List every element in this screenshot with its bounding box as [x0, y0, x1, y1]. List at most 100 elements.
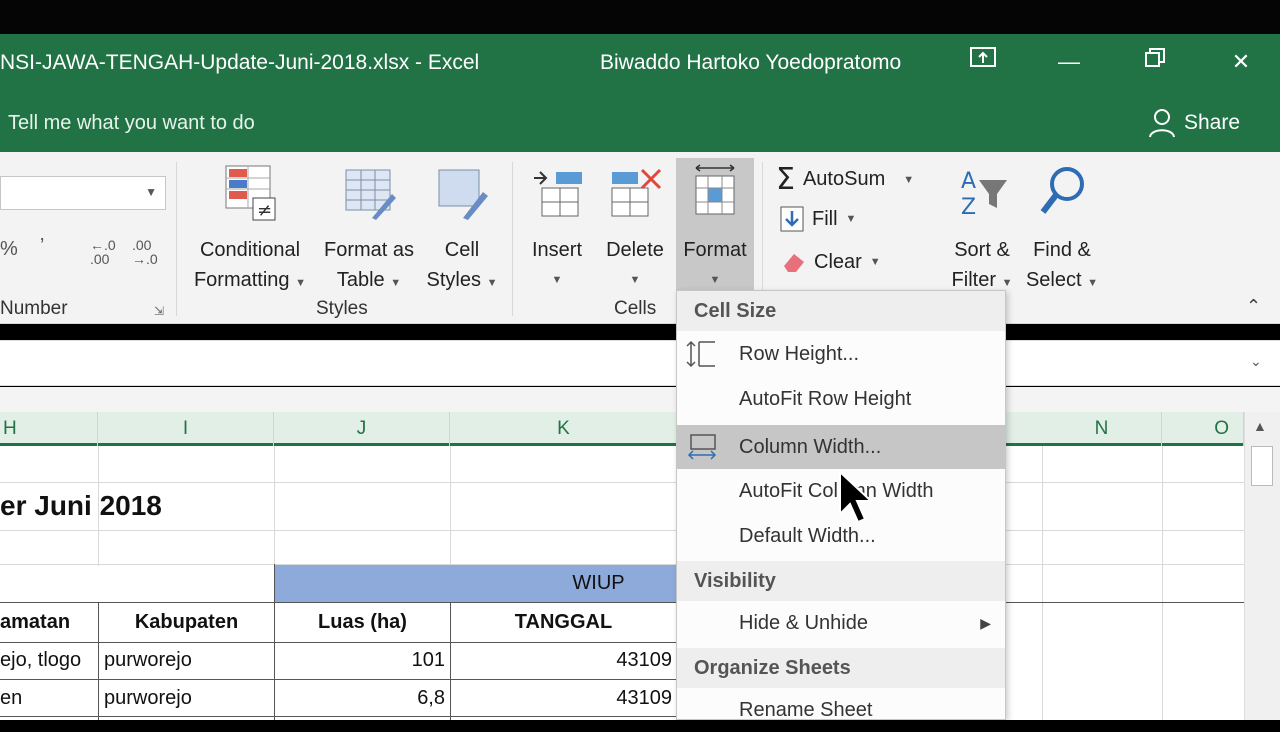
group-separator — [512, 162, 513, 316]
dropdown-caret-icon: ▼ — [1001, 277, 1013, 289]
gridline — [0, 530, 1244, 531]
mouse-cursor-icon — [839, 470, 874, 524]
fill-down-icon — [780, 206, 804, 232]
dropdown-caret-icon: ▼ — [551, 274, 563, 286]
autofit-row-height-label: AutoFit Row Height — [739, 388, 912, 410]
dropdown-caret-icon: ▼ — [295, 277, 307, 289]
clear-button[interactable]: Clear ▼ — [780, 250, 881, 274]
percent-style-button[interactable]: % — [0, 238, 18, 261]
autosum-button[interactable]: Σ AutoSum ▼ — [776, 162, 914, 197]
restore-button[interactable] — [1132, 46, 1178, 78]
window-title: NSI-JAWA-TENGAH-Update-Juni-2018.xlsx - … — [0, 51, 480, 74]
tell-me-bar: Tell me what you want to do Share — [0, 90, 1280, 152]
conditional-formatting-label-1: Conditional — [199, 239, 301, 261]
decrease-decimal-button[interactable]: .00 →.0 — [132, 238, 158, 266]
row-height-label: Row Height... — [739, 343, 860, 365]
insert-cells-button[interactable]: Insert ▼ — [522, 164, 592, 295]
minimize-icon: — — [1058, 49, 1080, 74]
header-tanggal-cell[interactable]: TANGGAL — [451, 611, 676, 634]
dropdown-caret-icon: ▼ — [845, 213, 857, 225]
delete-cells-icon — [611, 168, 662, 217]
expand-formula-bar-icon[interactable]: ⌄ — [1250, 353, 1262, 370]
column-header-j[interactable]: J — [274, 412, 450, 446]
autofit-column-width-label: AutoFit Column Width — [739, 480, 934, 502]
find-select-label-1: Find & — [1033, 239, 1091, 261]
format-label: Format — [683, 239, 747, 261]
group-separator — [762, 162, 763, 292]
header-kecamatan-cell[interactable]: amatan — [0, 611, 70, 634]
dropdown-caret-icon: ▼ — [390, 277, 402, 289]
gridline — [0, 679, 676, 680]
format-as-table-button[interactable]: Format as Table ▼ — [316, 164, 422, 298]
cell-styles-button[interactable]: Cell Styles ▼ — [424, 164, 500, 298]
column-header-n[interactable]: N — [1042, 412, 1162, 446]
kabupaten-cell[interactable]: purworejo — [104, 649, 192, 672]
autosum-label: AutoSum — [802, 168, 886, 190]
svg-text:≠: ≠ — [257, 200, 272, 221]
cell-styles-label-1: Cell — [444, 239, 480, 261]
visibility-section: Visibility — [677, 561, 1005, 601]
header-kabupaten-cell[interactable]: Kabupaten — [99, 611, 274, 634]
rename-sheet-item[interactable]: Rename Sheet — [677, 688, 1005, 732]
wiup-header-cell[interactable]: WIUP — [275, 565, 676, 602]
comma-style-button[interactable]: ʼ — [40, 236, 44, 259]
sheet-title-cell[interactable]: er Juni 2018 — [0, 490, 162, 522]
format-as-table-label-1: Format as — [323, 239, 415, 261]
conditional-formatting-icon: ≠ — [225, 165, 276, 221]
tanggal-cell[interactable]: 43109 — [451, 649, 672, 672]
gridline — [274, 446, 275, 566]
format-cells-button[interactable]: Format ▼ — [676, 164, 754, 295]
svg-text:Z: Z — [961, 195, 976, 220]
gridline — [0, 482, 1244, 483]
worksheet-grid[interactable]: er Juni 2018 WIUP amatan Kabupaten Luas … — [0, 446, 1244, 720]
tanggal-cell[interactable]: 43109 — [451, 687, 672, 710]
column-header-i[interactable]: I — [98, 412, 274, 446]
ribbon-display-options-button[interactable] — [960, 46, 1006, 78]
close-button[interactable]: ✕ — [1218, 46, 1264, 78]
sort-filter-button[interactable]: AZ Sort & Filter ▼ — [944, 164, 1020, 298]
dropdown-caret-icon: ▼ — [629, 274, 641, 286]
row-height-icon — [686, 340, 715, 368]
find-select-button[interactable]: Find & Select ▼ — [1022, 164, 1102, 298]
dropdown-caret-icon: ▼ — [903, 173, 915, 186]
scroll-up-icon[interactable]: ▲ — [1253, 418, 1267, 434]
scrollbar-thumb[interactable] — [1251, 446, 1273, 486]
close-icon: ✕ — [1231, 49, 1251, 74]
column-header-o[interactable]: O — [1162, 412, 1244, 446]
dialog-launcher-icon[interactable]: ⇲ — [154, 304, 164, 318]
header-luas-cell[interactable]: Luas (ha) — [275, 611, 450, 634]
sort-filter-label-1: Sort & — [954, 239, 1010, 261]
column-header-h[interactable]: H — [0, 412, 98, 446]
gridline — [0, 642, 676, 643]
share-button[interactable]: Share — [1148, 108, 1240, 138]
tell-me-input[interactable]: Tell me what you want to do — [8, 112, 255, 135]
formula-bar[interactable]: ⌄ — [0, 340, 1280, 386]
hide-unhide-item[interactable]: Hide & Unhide ▶ — [677, 601, 1005, 645]
kecamatan-cell[interactable]: en — [0, 687, 97, 710]
person-icon — [1149, 109, 1175, 138]
row-height-item[interactable]: Row Height... — [677, 332, 1005, 376]
conditional-formatting-label-2: Formatting — [193, 269, 290, 291]
conditional-formatting-button[interactable]: ≠ Conditional Formatting ▼ — [186, 164, 314, 298]
number-format-select[interactable]: ▼ — [0, 176, 166, 210]
column-width-item[interactable]: Column Width... — [677, 425, 1005, 469]
collapse-ribbon-icon[interactable]: ⌃ — [1246, 296, 1261, 317]
fill-button[interactable]: Fill ▼ — [780, 206, 856, 232]
luas-cell[interactable]: 101 — [275, 649, 445, 672]
vertical-scrollbar[interactable]: ▲ — [1244, 412, 1280, 720]
kecamatan-cell[interactable]: ejo, tlogo — [0, 649, 97, 672]
user-name[interactable]: Biwaddo Hartoko Yoedopratomo — [600, 51, 901, 75]
gridline — [0, 602, 1244, 603]
column-header-k[interactable]: K — [450, 412, 678, 446]
luas-cell[interactable]: 6,8 — [275, 687, 445, 710]
cell-size-section: Cell Size — [677, 291, 1005, 331]
minimize-button[interactable]: — — [1046, 46, 1092, 78]
delete-label: Delete — [606, 239, 664, 261]
delete-cells-button[interactable]: Delete ▼ — [600, 164, 670, 295]
increase-decimal-button[interactable]: ←.0 .00 — [90, 238, 116, 266]
autofit-row-height-item[interactable]: AutoFit Row Height — [677, 377, 1005, 421]
find-select-label-2: Select — [1025, 269, 1082, 291]
column-width-icon — [687, 434, 717, 460]
number-group-label: Number — [0, 298, 68, 319]
kabupaten-cell[interactable]: purworejo — [104, 687, 192, 710]
